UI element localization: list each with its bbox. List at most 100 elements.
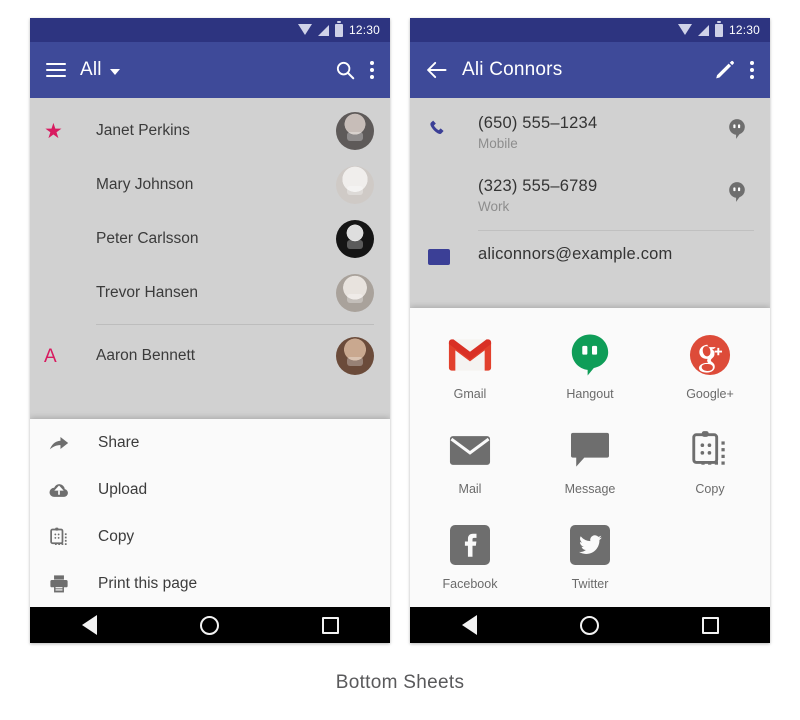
phone-label: Mobile bbox=[478, 136, 518, 151]
share-target-copy[interactable]: Copy bbox=[650, 415, 770, 510]
email-icon bbox=[428, 245, 478, 265]
sheet-item-share[interactable]: Share bbox=[30, 419, 390, 466]
signal-icon bbox=[697, 24, 709, 36]
app-bar-left: All bbox=[30, 42, 390, 98]
copy-icon bbox=[687, 427, 733, 473]
email-address: aliconnors@example.com bbox=[478, 245, 673, 263]
battery-icon bbox=[714, 20, 723, 37]
nav-bar-left bbox=[30, 607, 390, 643]
grid-label: Message bbox=[564, 482, 616, 496]
contact-name: Aaron Bennett bbox=[96, 347, 196, 364]
detail-text-group: aliconnors@example.com bbox=[478, 245, 720, 264]
back-icon[interactable] bbox=[461, 615, 477, 635]
phone-number: (323) 555–6789 bbox=[478, 177, 598, 195]
home-icon[interactable] bbox=[579, 615, 599, 635]
contact-name: Trevor Hansen bbox=[96, 284, 198, 301]
share-target-mail[interactable]: Mail bbox=[410, 415, 530, 510]
hangouts-bubble-icon[interactable] bbox=[720, 177, 754, 203]
detail-text-group: (323) 555–6789 Work bbox=[478, 177, 720, 214]
status-time: 12:30 bbox=[348, 23, 380, 37]
sheet-item-label: Print this page bbox=[98, 574, 198, 592]
facebook-icon bbox=[447, 522, 493, 568]
message-icon bbox=[567, 427, 613, 473]
chevron-down-icon bbox=[109, 69, 120, 75]
wifi-icon bbox=[677, 24, 692, 35]
share-target-hangout[interactable]: Hangout bbox=[530, 320, 650, 415]
phone-label: Work bbox=[478, 199, 510, 214]
recents-icon[interactable] bbox=[701, 616, 719, 634]
avatar bbox=[336, 166, 374, 204]
list-item[interactable]: ★ Janet Perkins bbox=[30, 104, 390, 158]
phone-left: 12:30 All ★ Janet Perkins Mary Johnson P… bbox=[30, 18, 390, 643]
googleplus-icon bbox=[687, 332, 733, 378]
screen-right: (650) 555–1234 Mobile (323) 555–6789 Wor… bbox=[410, 98, 770, 607]
screen-left: ★ Janet Perkins Mary Johnson Peter Carls… bbox=[30, 98, 390, 607]
status-bar-right: 12:30 bbox=[410, 18, 770, 42]
list-divider bbox=[96, 324, 374, 325]
share-target-gmail[interactable]: Gmail bbox=[410, 320, 530, 415]
grid-label: Gmail bbox=[453, 387, 487, 401]
list-item[interactable]: A Aaron Bennett bbox=[30, 329, 390, 383]
pencil-icon[interactable] bbox=[714, 59, 736, 81]
detail-row-mobile[interactable]: (650) 555–1234 Mobile bbox=[410, 98, 770, 161]
overflow-menu-icon[interactable] bbox=[370, 61, 374, 79]
sheet-item-print[interactable]: Print this page bbox=[30, 560, 390, 607]
share-target-twitter[interactable]: Twitter bbox=[530, 510, 650, 605]
hamburger-icon[interactable] bbox=[46, 62, 66, 78]
detail-lead-empty bbox=[428, 177, 478, 181]
list-item[interactable]: Mary Johnson bbox=[30, 158, 390, 212]
wifi-icon bbox=[297, 24, 312, 35]
upload-icon bbox=[48, 479, 98, 501]
contact-name: Mary Johnson bbox=[96, 176, 194, 193]
share-target-facebook[interactable]: Facebook bbox=[410, 510, 530, 605]
detail-text-group: (650) 555–1234 Mobile bbox=[478, 114, 720, 151]
screenshot-stage: 12:30 All ★ Janet Perkins Mary Johnson P… bbox=[0, 0, 800, 720]
detail-row-email[interactable]: aliconnors@example.com bbox=[410, 231, 770, 275]
grid-label: Mail bbox=[458, 482, 482, 496]
phone-icon bbox=[428, 114, 478, 143]
detail-row-work[interactable]: (323) 555–6789 Work bbox=[410, 161, 770, 224]
sheet-item-label: Copy bbox=[98, 527, 135, 545]
bottom-sheet-grid[interactable]: Gmail Hangout Google+ Mail Message Copy … bbox=[410, 308, 770, 607]
section-letter: A bbox=[44, 345, 57, 367]
print-icon bbox=[48, 573, 98, 595]
avatar bbox=[336, 220, 374, 258]
twitter-icon bbox=[567, 522, 613, 568]
share-icon bbox=[48, 432, 98, 454]
nav-bar-right bbox=[410, 607, 770, 643]
recents-icon[interactable] bbox=[321, 616, 339, 634]
bottom-sheet-list[interactable]: Share Upload Copy Print this page bbox=[30, 419, 390, 607]
grid-label: Copy bbox=[695, 482, 725, 496]
list-item[interactable]: Trevor Hansen bbox=[30, 266, 390, 320]
share-target-message[interactable]: Message bbox=[530, 415, 650, 510]
status-bar-left: 12:30 bbox=[30, 18, 390, 42]
grid-label: Facebook bbox=[442, 577, 498, 591]
detail-trail-empty bbox=[720, 245, 754, 249]
search-icon[interactable] bbox=[334, 59, 356, 81]
avatar bbox=[336, 337, 374, 375]
app-bar-title-right: Ali Connors bbox=[462, 59, 563, 80]
app-bar-right: Ali Connors bbox=[410, 42, 770, 98]
phone-right: 12:30 Ali Connors (650) 555–1234 Mobile … bbox=[410, 18, 770, 643]
figure-caption: Bottom Sheets bbox=[335, 672, 465, 693]
back-icon[interactable] bbox=[81, 615, 97, 635]
grid-label: Google+ bbox=[686, 387, 734, 401]
home-icon[interactable] bbox=[199, 615, 219, 635]
sheet-item-label: Upload bbox=[98, 480, 148, 498]
back-arrow-icon[interactable] bbox=[426, 60, 448, 80]
sheet-item-copy[interactable]: Copy bbox=[30, 513, 390, 560]
sheet-item-label: Share bbox=[98, 433, 140, 451]
hangouts-icon bbox=[567, 332, 613, 378]
filter-dropdown[interactable]: All bbox=[80, 59, 120, 81]
avatar bbox=[336, 274, 374, 312]
sheet-item-upload[interactable]: Upload bbox=[30, 466, 390, 513]
overflow-menu-icon[interactable] bbox=[750, 61, 754, 79]
battery-icon bbox=[334, 20, 343, 37]
hangouts-bubble-icon[interactable] bbox=[720, 114, 754, 140]
grid-label: Twitter bbox=[571, 577, 609, 591]
app-bar-title-left: All bbox=[80, 59, 102, 80]
list-item[interactable]: Peter Carlsson bbox=[30, 212, 390, 266]
contact-name: Peter Carlsson bbox=[96, 230, 199, 247]
copy-icon bbox=[48, 526, 98, 548]
share-target-googleplus[interactable]: Google+ bbox=[650, 320, 770, 415]
